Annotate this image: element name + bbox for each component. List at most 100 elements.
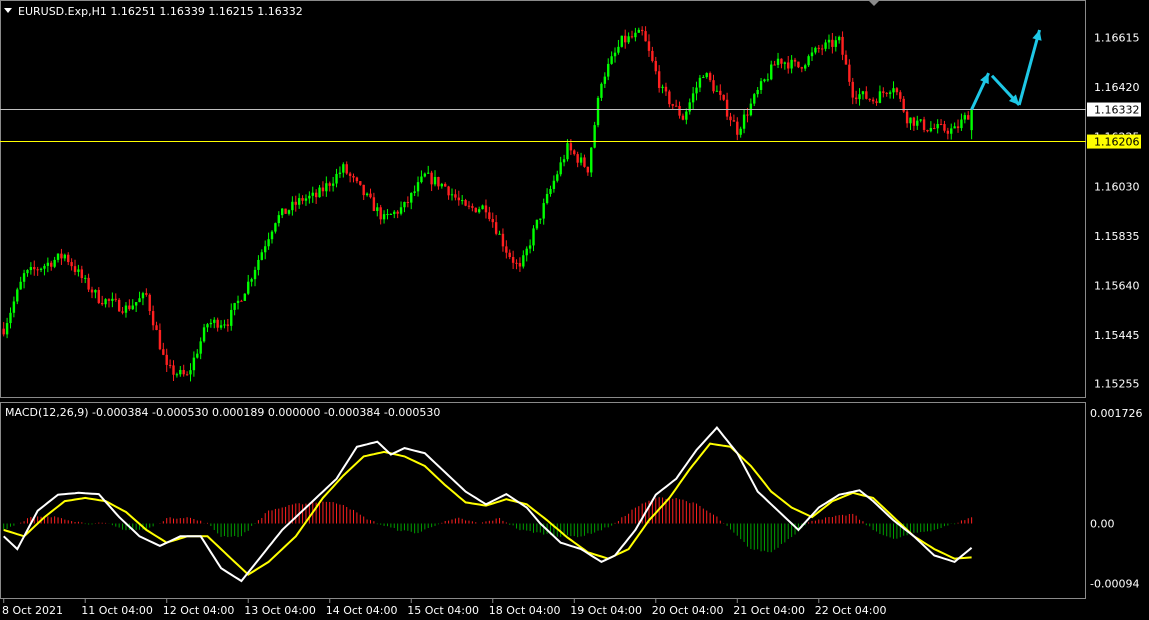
price-tick-label: 1.15445 [1094,329,1140,342]
candle-body [793,59,797,62]
time-tick-label: 13 Oct 04:00 [244,604,316,617]
candle-body [287,210,291,214]
candle-body [50,262,53,267]
candle-body [871,99,875,102]
candle-body [60,253,63,259]
candle-body [790,59,793,69]
candle-body [416,182,420,192]
candle-body [97,290,100,303]
candle-body [657,71,661,88]
candle-body [943,124,946,131]
candle-body [878,91,882,103]
candle-body [810,52,814,57]
candle-body [182,369,185,375]
candle-body [528,245,532,249]
candle-body [277,215,280,224]
macd-tick-label: 0.001726 [1090,407,1143,420]
candle-body [647,41,651,51]
candle-body [661,86,664,88]
candle-body [70,262,73,267]
candle-body [912,117,916,126]
candle-body [695,87,698,94]
candle-body [586,166,590,173]
candle-body [206,324,209,328]
candle-body [342,164,345,173]
candle-body [437,176,440,187]
candle-body [590,147,593,173]
candle-body [43,265,46,269]
candle-body [780,58,783,64]
candle-body [725,99,729,117]
candle-body [627,36,630,43]
candle-body [56,253,60,260]
candle-body [535,219,539,229]
candle-body [433,176,437,185]
candle-body [9,312,12,324]
trading-chart[interactable]: 1.166151.164201.162251.160301.158351.156… [0,0,1149,620]
candle-body [674,105,678,107]
price-tick-label: 1.16420 [1094,81,1140,94]
candle-body [114,298,117,300]
candle-body [960,119,963,129]
candle-body [5,323,9,335]
candle-body [379,207,382,220]
candle-body [545,193,549,204]
candle-body [199,341,202,354]
time-tick-label: 18 Oct 04:00 [489,604,561,617]
time-tick-label: 19 Oct 04:00 [570,604,642,617]
candle-body [831,39,834,47]
candle-body [454,194,457,198]
candle-body [369,193,372,198]
candle-body [172,365,175,375]
candle-body [236,300,240,304]
candle-body [939,124,943,126]
candle-body [90,289,94,293]
candle-body [73,266,77,272]
candle-body [817,47,820,49]
candle-body [464,200,467,206]
candle-body [637,29,640,33]
price-tick-label: 1.16030 [1094,180,1140,193]
candle-body [651,50,654,61]
candle-body [301,198,304,201]
candle-body [189,370,192,375]
candle-body [525,248,528,256]
candle-body [250,279,253,282]
macd-tick-label: 0.00 [1090,518,1115,531]
candle-body [950,128,953,134]
candle-body [270,231,274,240]
candle-body [559,162,562,175]
candle-body [134,302,138,306]
candle-body [94,290,97,293]
candle-body [620,35,624,47]
candle-body [664,86,668,92]
candle-body [820,48,824,50]
candle-body [219,325,223,328]
candle-body [213,319,216,323]
candle-body [128,305,131,310]
candle-body [36,269,39,271]
candle-body [450,194,454,196]
candle-body [77,269,80,272]
candle-body [848,64,851,82]
candle-body [515,262,518,264]
candle-body [854,97,858,100]
candle-body [474,207,477,213]
candle-body [505,246,508,253]
candle-body [736,121,739,135]
candle-body [691,93,695,103]
candle-body [970,109,973,131]
candle-body [719,90,722,95]
candle-body [946,130,950,134]
candle-body [158,330,162,350]
candle-body [155,325,158,331]
candle-body [141,293,145,299]
candle-body [705,73,708,78]
candle-body [882,91,885,93]
time-tick-label: 8 Oct 2021 [2,604,63,617]
candle-body [304,198,308,201]
candle-body [240,300,243,302]
candle-body [145,293,148,295]
candle-body [196,353,199,358]
candle-body [909,117,912,124]
